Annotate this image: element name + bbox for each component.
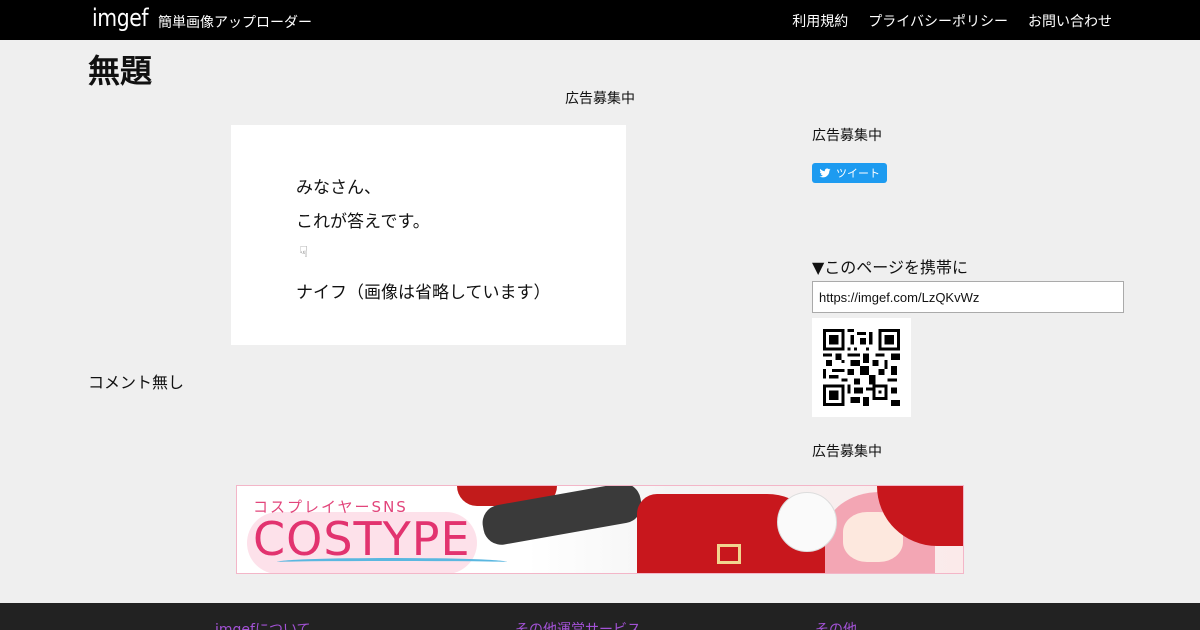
uploaded-image[interactable]: みなさん、 これが答えです。 ☟ ナイフ（画像は省略しています）: [231, 125, 626, 345]
footer: imgefについて その他運営サービス その他: [0, 603, 1200, 630]
tweet-button[interactable]: ツイート: [812, 163, 887, 183]
top-nav: 利用規約 プライバシーポリシー お問い合わせ: [792, 11, 1112, 31]
costype-ad-banner[interactable]: コスプレイヤーSNS COSTYPE: [236, 485, 964, 574]
twitter-bird-icon: [819, 168, 831, 178]
contact-link[interactable]: お問い合わせ: [1028, 11, 1112, 31]
banner-swoosh: [277, 558, 507, 566]
other-link[interactable]: その他: [815, 619, 857, 630]
tweet-label: ツイート: [836, 167, 880, 180]
ad-placeholder-side-1: 広告募集中: [812, 128, 882, 144]
banner-bear-shape: [777, 492, 837, 552]
mobile-section-label: ▼このページを携帯に: [812, 258, 968, 277]
banner-belt-shape: [717, 544, 741, 564]
about-imgef-link[interactable]: imgefについて: [215, 619, 311, 630]
image-text-line-3: ナイフ（画像は省略しています）: [296, 283, 551, 303]
other-services-link[interactable]: その他運営サービス: [515, 619, 641, 630]
comment-status: コメント無し: [88, 373, 185, 392]
page-title: 無題: [88, 52, 153, 90]
ad-placeholder-top: 広告募集中: [565, 91, 635, 107]
ad-placeholder-side-2: 広告募集中: [812, 444, 882, 460]
logo[interactable]: imgef: [92, 4, 149, 32]
page-url-field[interactable]: [812, 281, 1124, 313]
pointing-down-hand-icon: ☟: [299, 243, 309, 261]
terms-link[interactable]: 利用規約: [792, 11, 848, 31]
qr-code-icon: [812, 318, 911, 417]
image-text-line-1: みなさん、: [296, 178, 381, 198]
top-navigation-bar: imgef 簡単画像アップローダー 利用規約 プライバシーポリシー お問い合わせ: [0, 0, 1200, 40]
tagline: 簡単画像アップローダー: [158, 15, 312, 31]
image-text-line-2: これが答えです。: [296, 212, 430, 232]
privacy-policy-link[interactable]: プライバシーポリシー: [868, 11, 1008, 31]
